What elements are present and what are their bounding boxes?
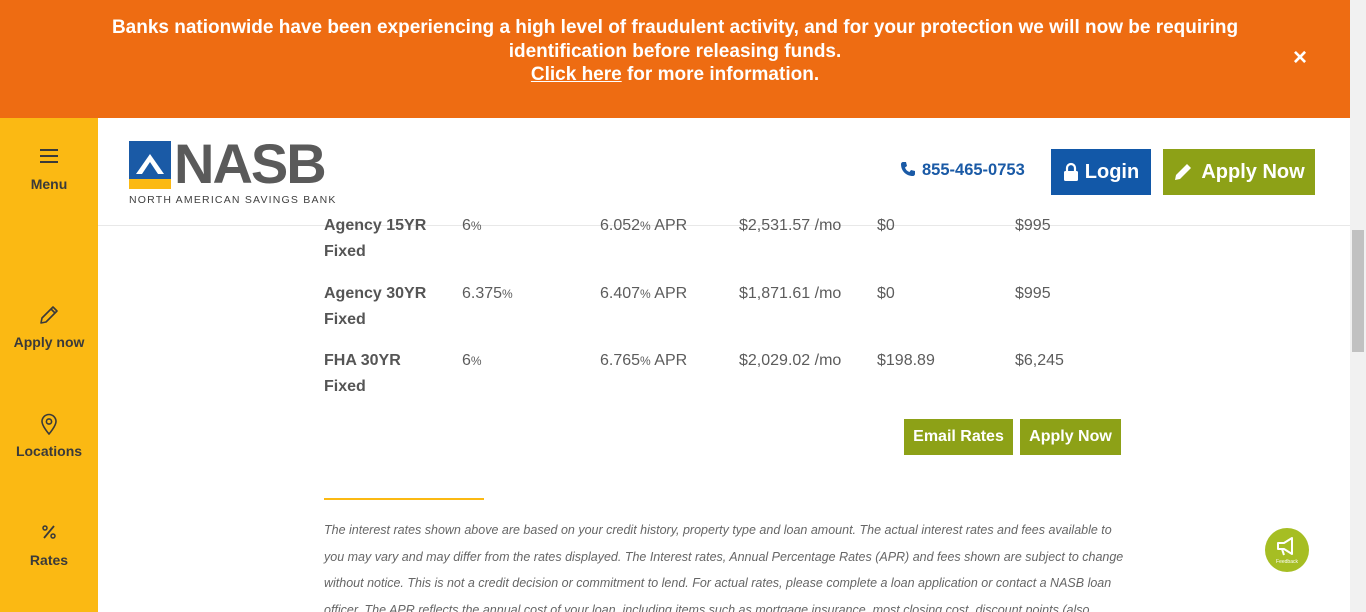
rate-apr: 6.052% APR [600,213,687,239]
rate-points: $0 [877,285,895,302]
apply-now-header-button[interactable]: Apply Now [1163,149,1315,195]
alert-link-suffix: for more information. [621,64,820,85]
apr-value: 6.765 [600,352,641,369]
rate-product: FHA 30YR Fixed [324,352,401,395]
rate-value: 6.375 [462,285,503,302]
sidebar-item-label: Menu [30,176,68,192]
percent-sign: % [640,287,651,301]
percent-sign: % [502,287,513,301]
percent-sign: % [470,219,482,233]
alert-text-line-3: Click here for more information. [0,63,1350,87]
alert-text-line-1: Banks nationwide have been experiencing … [111,17,1239,38]
pencil-icon [1175,164,1192,180]
apr-suffix: APR [650,352,688,369]
rate-payment: $2,531.57 /mo [739,217,842,234]
rate-payment: $2,029.02 /mo [739,352,842,369]
site-header: NASB NORTH AMERICAN SAVINGS BANK 855-465… [98,118,1350,226]
megaphone-icon [1277,537,1293,556]
rate-row: Agency 15YR Fixed 6% 6.052% APR $2,531.57 /… [324,213,1124,265]
lock-icon [1063,162,1078,181]
sidebar-item-label: Rates [29,552,69,568]
rate-product: Agency 15YR Fixed [324,217,427,260]
rate-interest: 6.375% [462,281,513,307]
left-sidebar: Menu Apply now Locations Rates [0,118,98,612]
alert-text-line-2: identification before releasing funds. [508,40,842,62]
rate-fees: $6,245 [1015,352,1064,369]
apr-value: 6.407 [600,285,641,302]
logo-wordmark: NASB [174,132,327,195]
section-divider [324,498,484,500]
rate-interest: 6% [462,213,482,239]
rate-row: FHA 30YR Fixed 6% 6.765% APR $2,029.02 /mo $… [324,348,1124,400]
rate-apr: 6.407% APR [600,281,687,307]
apr-suffix: APR [650,217,688,234]
rate-fees: $995 [1015,217,1051,234]
rate-apr: 6.765% APR [600,348,687,374]
apr-value: 6.052 [600,217,641,234]
email-rates-button[interactable]: Email Rates [904,419,1013,455]
sidebar-item-label: Locations [15,443,83,459]
rate-payment: $1,871.61 /mo [739,285,842,302]
percent-sign: % [470,354,482,368]
login-label: Login [1084,160,1140,183]
rate-points: $0 [877,217,895,234]
sidebar-item-locations[interactable]: Locations [0,413,98,459]
percent-sign: % [640,354,651,368]
sidebar-item-apply-now[interactable]: Apply now [0,304,98,350]
feedback-button[interactable]: Feedback [1265,528,1309,572]
login-button[interactable]: Login [1051,149,1151,195]
rate-product: Agency 30YR Fixed [324,285,427,328]
pencil-icon [0,304,98,328]
logo-subtitle: NORTH AMERICAN SAVINGS BANK [129,194,337,206]
alert-click-here-link[interactable]: Click here [531,64,622,85]
apply-now-label: Apply Now [1201,160,1305,183]
rate-row: Agency 30YR Fixed 6.375% 6.407% APR $1,871.… [324,281,1124,333]
sidebar-item-menu[interactable]: Menu [0,146,98,192]
logo-mark-icon [129,141,171,189]
rates-table: Agency 15YR Fixed 6% 6.052% APR $2,531.57 /… [324,217,1124,427]
map-pin-icon [0,413,98,437]
sidebar-item-label: Apply now [13,334,85,350]
apr-suffix: APR [650,285,688,302]
phone-icon [901,162,915,176]
page-scrollbar[interactable] [1350,0,1366,612]
feedback-label: Feedback [1276,559,1298,565]
rate-fees: $995 [1015,285,1051,302]
fraud-alert-banner: Banks nationwide have been experiencing … [0,0,1350,118]
rate-points: $198.89 [877,352,935,369]
scrollbar-thumb[interactable] [1352,230,1364,352]
apply-now-button[interactable]: Apply Now [1020,419,1121,455]
phone-number: 855-465-0753 [922,161,1025,179]
rate-interest: 6% [462,348,482,374]
hamburger-icon [0,146,98,170]
nasb-logo[interactable]: NASB NORTH AMERICAN SAVINGS BANK [128,132,343,206]
rates-disclaimer: The interest rates shown above are based… [324,523,1124,612]
alert-close-button[interactable]: × [1286,44,1314,72]
rate-value: 6 [462,217,471,234]
phone-link[interactable]: 855-465-0753 [900,161,1025,180]
percent-sign: % [640,219,651,233]
rate-value: 6 [462,352,471,369]
percent-icon [0,522,98,546]
sidebar-item-rates[interactable]: Rates [0,522,98,568]
